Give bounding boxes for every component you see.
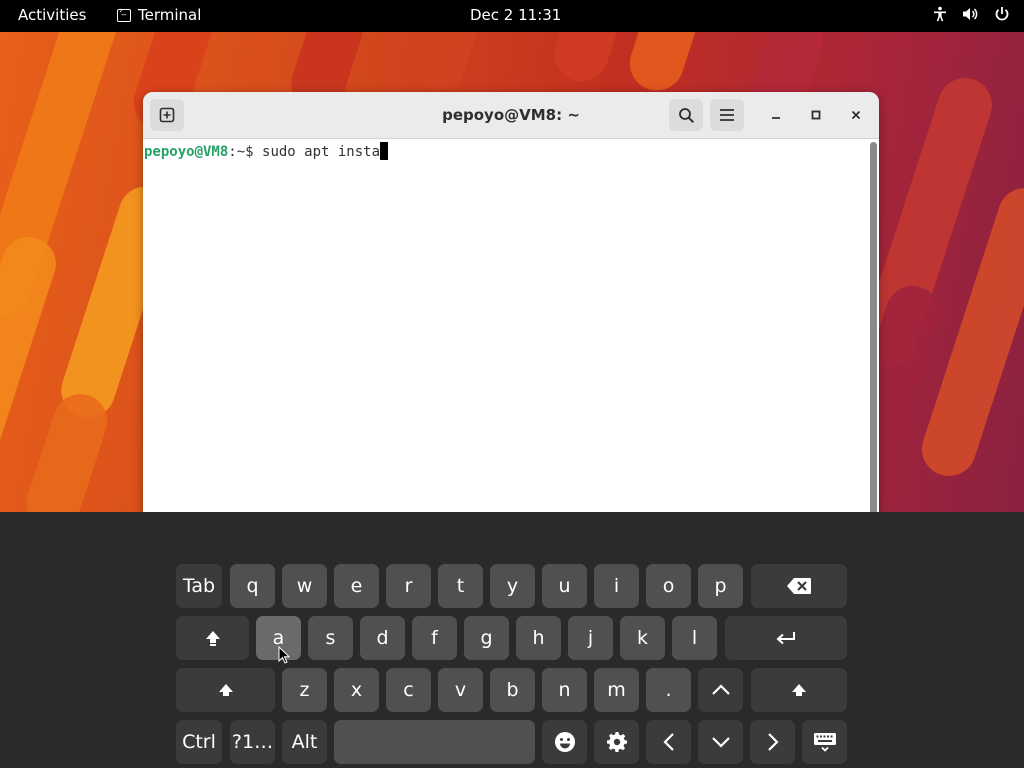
key-j[interactable]: j: [568, 616, 613, 660]
key-f[interactable]: f: [412, 616, 457, 660]
chevron-left-icon: [662, 733, 674, 751]
key-alt[interactable]: Alt: [282, 720, 327, 764]
close-icon: [851, 110, 861, 120]
key-period[interactable]: .: [646, 668, 691, 712]
system-tray[interactable]: [932, 6, 1010, 22]
key-e[interactable]: e: [334, 564, 379, 608]
app-menu-button[interactable]: Terminal: [117, 6, 201, 24]
on-screen-keyboard: Tab q w e r t y u i o p a s d f g h j k …: [0, 512, 1024, 768]
key-h[interactable]: h: [516, 616, 561, 660]
chevron-up-icon: [711, 684, 730, 695]
key-k[interactable]: k: [620, 616, 665, 660]
emoji-icon: [554, 732, 575, 752]
backspace-icon: [787, 578, 811, 594]
key-up[interactable]: [698, 668, 743, 712]
menu-button[interactable]: [710, 99, 744, 131]
key-o[interactable]: o: [646, 564, 691, 608]
app-menu-label: Terminal: [138, 6, 202, 24]
maximize-icon: [811, 110, 821, 120]
gear-icon: [606, 732, 627, 752]
key-d[interactable]: d: [360, 616, 405, 660]
key-enter[interactable]: [725, 616, 847, 660]
chevron-right-icon: [767, 733, 779, 751]
key-tab[interactable]: Tab: [176, 564, 222, 608]
key-symbols[interactable]: ?1…: [230, 720, 275, 764]
key-left[interactable]: [646, 720, 691, 764]
key-v[interactable]: v: [438, 668, 483, 712]
key-y[interactable]: y: [490, 564, 535, 608]
terminal-window[interactable]: pepoyo@VM8: ~ pepoyo@VM8:~$ sudo apt ins…: [143, 92, 879, 532]
key-ctrl[interactable]: Ctrl: [176, 720, 222, 764]
accessibility-icon[interactable]: [932, 6, 948, 22]
key-shift-left-2[interactable]: [176, 668, 275, 712]
maximize-button[interactable]: [804, 103, 828, 127]
terminal-headerbar[interactable]: pepoyo@VM8: ~: [143, 92, 879, 139]
power-icon[interactable]: [994, 6, 1010, 22]
key-hide-keyboard[interactable]: [802, 720, 847, 764]
top-bar: Activities Terminal Dec 2 11:31: [0, 0, 1024, 32]
command-text: sudo apt insta: [253, 144, 381, 160]
clock[interactable]: Dec 2 11:31: [470, 6, 561, 24]
key-z[interactable]: z: [282, 668, 327, 712]
key-right[interactable]: [750, 720, 795, 764]
key-down[interactable]: [698, 720, 743, 764]
search-icon: [678, 107, 694, 123]
key-g[interactable]: g: [464, 616, 509, 660]
key-c[interactable]: c: [386, 668, 431, 712]
mouse-pointer-icon: [278, 646, 290, 664]
keyboard-hide-icon: [813, 733, 836, 752]
terminal-output[interactable]: pepoyo@VM8:~$ sudo apt insta: [143, 139, 865, 532]
search-button[interactable]: [669, 99, 703, 131]
key-i[interactable]: i: [594, 564, 639, 608]
terminal-scrollbar[interactable]: [870, 142, 877, 532]
volume-icon[interactable]: [962, 6, 980, 22]
key-settings[interactable]: [594, 720, 639, 764]
prompt-line: pepoyo@VM8:~$ sudo apt insta: [144, 142, 389, 160]
shift-icon: [218, 684, 233, 696]
hamburger-menu-icon: [720, 109, 734, 121]
key-b[interactable]: b: [490, 668, 535, 712]
key-backspace[interactable]: [751, 564, 847, 608]
key-m[interactable]: m: [594, 668, 639, 712]
activities-button[interactable]: Activities: [18, 6, 86, 24]
shift-icon: [205, 630, 220, 646]
key-r[interactable]: r: [386, 564, 431, 608]
key-l[interactable]: l: [672, 616, 717, 660]
key-p[interactable]: p: [698, 564, 743, 608]
chevron-down-icon: [711, 737, 730, 748]
minimize-button[interactable]: [764, 103, 788, 127]
key-space[interactable]: [334, 720, 535, 764]
key-emoji[interactable]: [542, 720, 587, 764]
key-u[interactable]: u: [542, 564, 587, 608]
close-button[interactable]: [844, 103, 868, 127]
key-n[interactable]: n: [542, 668, 587, 712]
text-cursor: [380, 142, 389, 160]
key-t[interactable]: t: [438, 564, 483, 608]
minimize-icon: [772, 117, 780, 119]
key-q[interactable]: q: [230, 564, 275, 608]
enter-icon: [776, 632, 795, 645]
prompt-user: pepoyo@VM8: [144, 144, 229, 160]
terminal-icon: [117, 6, 131, 22]
key-shift-left[interactable]: [176, 616, 249, 660]
prompt-path: :~$: [228, 144, 254, 160]
shift-icon: [792, 684, 806, 696]
key-x[interactable]: x: [334, 668, 379, 712]
key-w[interactable]: w: [282, 564, 327, 608]
key-shift-right[interactable]: [751, 668, 847, 712]
key-s[interactable]: s: [308, 616, 353, 660]
